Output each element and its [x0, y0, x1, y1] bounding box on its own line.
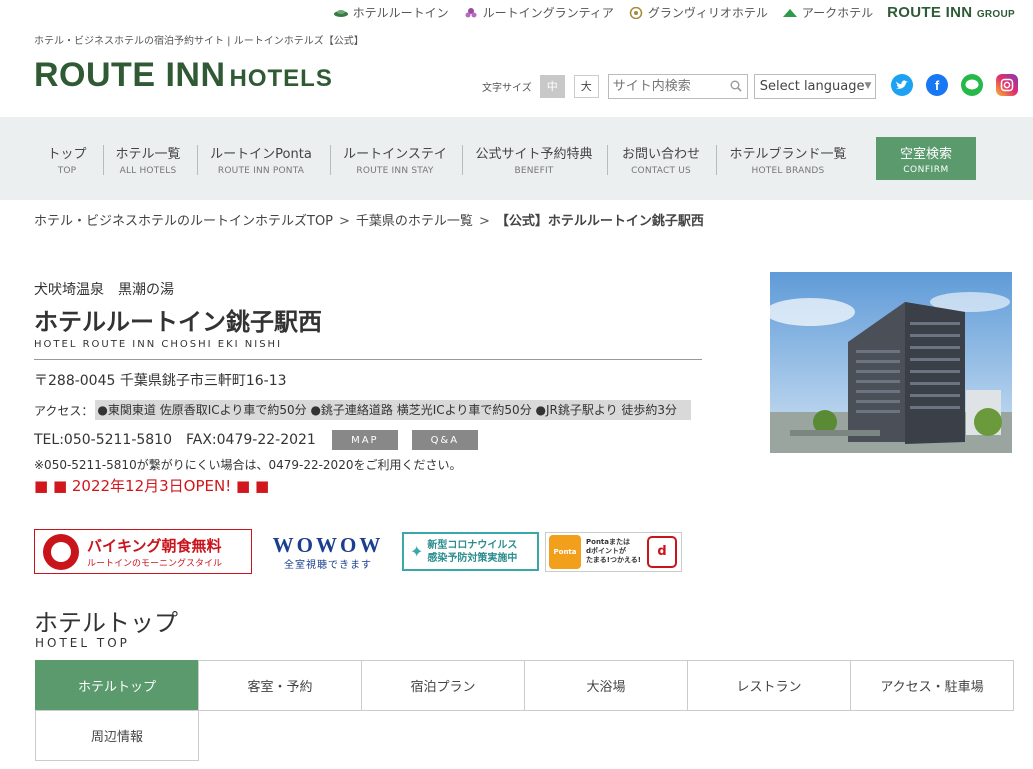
- grantia-flower-icon: [465, 7, 477, 17]
- nav-item-brands[interactable]: ホテルブランド一覧 HOTEL BRANDS: [728, 143, 848, 176]
- nav-divider: [197, 145, 198, 175]
- tel-number[interactable]: TEL:050-5211-5810: [34, 432, 172, 448]
- twitter-icon[interactable]: [891, 74, 913, 96]
- social-links: f: [891, 74, 1018, 96]
- section-title: ホテルトップ: [34, 609, 178, 637]
- ponta-line2: dポイントが: [586, 547, 627, 555]
- access-text: ●東関東道 佐原香取ICより車で約50分 ●銚子連絡道路 横芝光ICより車で約5…: [95, 400, 692, 420]
- nav-item-ponta[interactable]: ルートインPonta ROUTE INN PONTA: [209, 143, 313, 176]
- fax-number: FAX:0479-22-2021: [186, 432, 316, 448]
- breadcrumb-current: 【公式】ホテルルートイン銚子駅西: [495, 214, 704, 229]
- ponta-line1: Pontaまたは: [586, 538, 630, 546]
- line-icon[interactable]: [961, 74, 983, 96]
- brand-label: グランヴィリオホテル: [647, 6, 768, 20]
- logo-main: ROUTE INN: [34, 56, 226, 94]
- buffet-breakfast-badge[interactable]: バイキング朝食無料 ルートインのモーニングスタイル: [34, 529, 252, 574]
- facebook-icon[interactable]: f: [926, 74, 948, 96]
- tab-bath[interactable]: 大浴場: [524, 660, 688, 711]
- logo-sub: HOTELS: [229, 65, 333, 92]
- confirm-button[interactable]: 空室検索 CONFIRM: [876, 137, 976, 180]
- tab-hotel-top[interactable]: ホテルトップ: [35, 660, 199, 711]
- hotel-name: ホテルルートイン銚子駅西: [34, 308, 322, 336]
- buffet-sub: ルートインのモーニングスタイル: [87, 558, 223, 569]
- hotel-info: 犬吠埼温泉 黒潮の湯 ホテルルートイン銚子駅西 HOTEL ROUTE INN …: [34, 279, 702, 496]
- nav-item-top[interactable]: トップ TOP: [47, 143, 87, 176]
- header-tools: 文字サイズ 中 大 Select language ▼: [482, 73, 876, 99]
- brand-link-granvilio[interactable]: グランヴィリオホテル: [628, 4, 768, 21]
- breadcrumb-link-top[interactable]: ホテル・ビジネスホテルのルートインホテルズTOP: [34, 214, 333, 229]
- hotel-contact: TEL:050-5211-5810 FAX:0479-22-2021 MAP Q…: [34, 430, 702, 450]
- search-input[interactable]: [608, 74, 747, 98]
- dpoint-logo-icon: d: [646, 535, 677, 568]
- route-inn-group-logo[interactable]: ROUTE INN GROUP: [887, 4, 1015, 21]
- nav-divider: [330, 145, 331, 175]
- sparkle-icon: ✦: [410, 542, 424, 561]
- open-announcement: ■ ■ 2022年12月3日OPEN! ■ ■: [34, 477, 270, 495]
- buffet-title: バイキング朝食無料: [87, 536, 222, 555]
- tab-plans[interactable]: 宿泊プラン: [361, 660, 525, 711]
- language-select[interactable]: Select language ▼: [753, 73, 876, 99]
- divider: [34, 359, 702, 360]
- breadcrumb: ホテル・ビジネスホテルのルートインホテルズTOP > 千葉県のホテル一覧 > 【公式】ホ…: [34, 210, 704, 229]
- wowow-title: WOWOW: [272, 532, 384, 557]
- brand-label: ホテルルートイン: [352, 6, 449, 20]
- wowow-badge[interactable]: WOWOW 全室視聴できます: [266, 533, 390, 571]
- feature-badges: バイキング朝食無料 ルートインのモーニングスタイル WOWOW 全室視聴できます…: [34, 529, 682, 574]
- global-nav: トップ TOP ホテル一覧 ALL HOTELS ルートインPonta ROUTE I…: [0, 117, 1033, 200]
- nav-item-stay[interactable]: ルートインステイ ROUTE INN STAY: [342, 143, 448, 176]
- nav-divider: [716, 145, 717, 175]
- section-subtitle: HOTEL TOP: [35, 636, 130, 650]
- wowow-sub: 全室視聴できます: [284, 559, 372, 571]
- brand-bar: ホテルルートイン ルートイングランティア グランヴィリオホテル アークホテル R…: [333, 4, 1015, 21]
- ponta-logo-icon: Ponta: [549, 534, 581, 569]
- site-tagline: ホテル・ビジネスホテルの宿泊予約サイト | ルートインホテルズ【公式】: [34, 36, 364, 47]
- ponta-line3: たまる!つかえる!: [586, 556, 641, 564]
- nav-item-all-hotels[interactable]: ホテル一覧 ALL HOTELS: [114, 143, 182, 176]
- brand-link-grantia[interactable]: ルートイングランティア: [463, 4, 614, 21]
- breadcrumb-link-chiba[interactable]: 千葉県のホテル一覧: [356, 214, 473, 229]
- site-logo[interactable]: ROUTE INN HOTELS: [34, 56, 333, 95]
- instagram-icon[interactable]: [996, 74, 1018, 96]
- font-size-large-button[interactable]: 大: [573, 74, 599, 98]
- plate-icon: [43, 533, 79, 570]
- font-size-label: 文字サイズ: [482, 82, 532, 94]
- access-label: アクセス：: [34, 404, 94, 418]
- font-size-medium-button[interactable]: 中: [539, 74, 565, 98]
- nav-divider: [462, 145, 463, 175]
- ark-hotel-leaf-icon: [782, 8, 797, 17]
- brand-link-ark[interactable]: アークホテル: [782, 4, 873, 21]
- covid-line2: 感染予防対策実施中: [427, 552, 518, 564]
- brand-link-route-inn[interactable]: ホテルルートイン: [333, 4, 449, 21]
- chevron-down-icon: ▼: [864, 81, 872, 91]
- tab-nearby[interactable]: 周辺情報: [35, 710, 199, 761]
- brand-label: ルートイングランティア: [482, 6, 614, 20]
- covid-line1: 新型コロナウイルス: [427, 539, 518, 551]
- language-selected: Select language: [759, 78, 865, 94]
- search-icon[interactable]: [730, 80, 742, 92]
- hotel-exterior-image: [770, 272, 1012, 453]
- nav-item-contact[interactable]: お問い合わせ CONTACT US: [620, 143, 702, 176]
- tab-rooms[interactable]: 客室・予約: [198, 660, 362, 711]
- breadcrumb-separator: >: [478, 214, 490, 229]
- onsen-name: 犬吠埼温泉 黒潮の湯: [34, 282, 174, 298]
- nav-divider: [607, 145, 608, 175]
- tab-access-parking[interactable]: アクセス・駐車場: [850, 660, 1014, 711]
- tel-note: ※050-5211-5810が繋がりにくい場合は、0479-22-2020をご利…: [34, 458, 462, 472]
- tab-restaurant[interactable]: レストラン: [687, 660, 851, 711]
- nav-item-benefit[interactable]: 公式サイト予約特典 BENEFIT: [475, 143, 593, 176]
- route-inn-leaf-icon: [333, 9, 348, 17]
- hotel-access: アクセス： ●東関東道 佐原香取ICより車で約50分 ●銚子連絡道路 横芝光IC…: [34, 400, 702, 420]
- granvilio-emblem-icon: [629, 6, 643, 19]
- nav-divider: [103, 145, 104, 175]
- map-button[interactable]: MAP: [331, 430, 398, 450]
- covid-measures-badge[interactable]: ✦ 新型コロナウイルス 感染予防対策実施中: [402, 532, 539, 571]
- hotel-address: 〒288-0045 千葉県銚子市三軒町16-13: [34, 373, 287, 389]
- qa-button[interactable]: Q&A: [411, 430, 478, 450]
- ponta-dpoint-badge[interactable]: Ponta Pontaまたは dポイントが たまる!つかえる! d: [545, 531, 682, 572]
- hotel-name-en: HOTEL ROUTE INN CHOSHI EKI NISHI: [34, 339, 283, 350]
- breadcrumb-separator: >: [339, 214, 350, 229]
- brand-label: アークホテル: [801, 6, 874, 20]
- site-search: [607, 73, 748, 99]
